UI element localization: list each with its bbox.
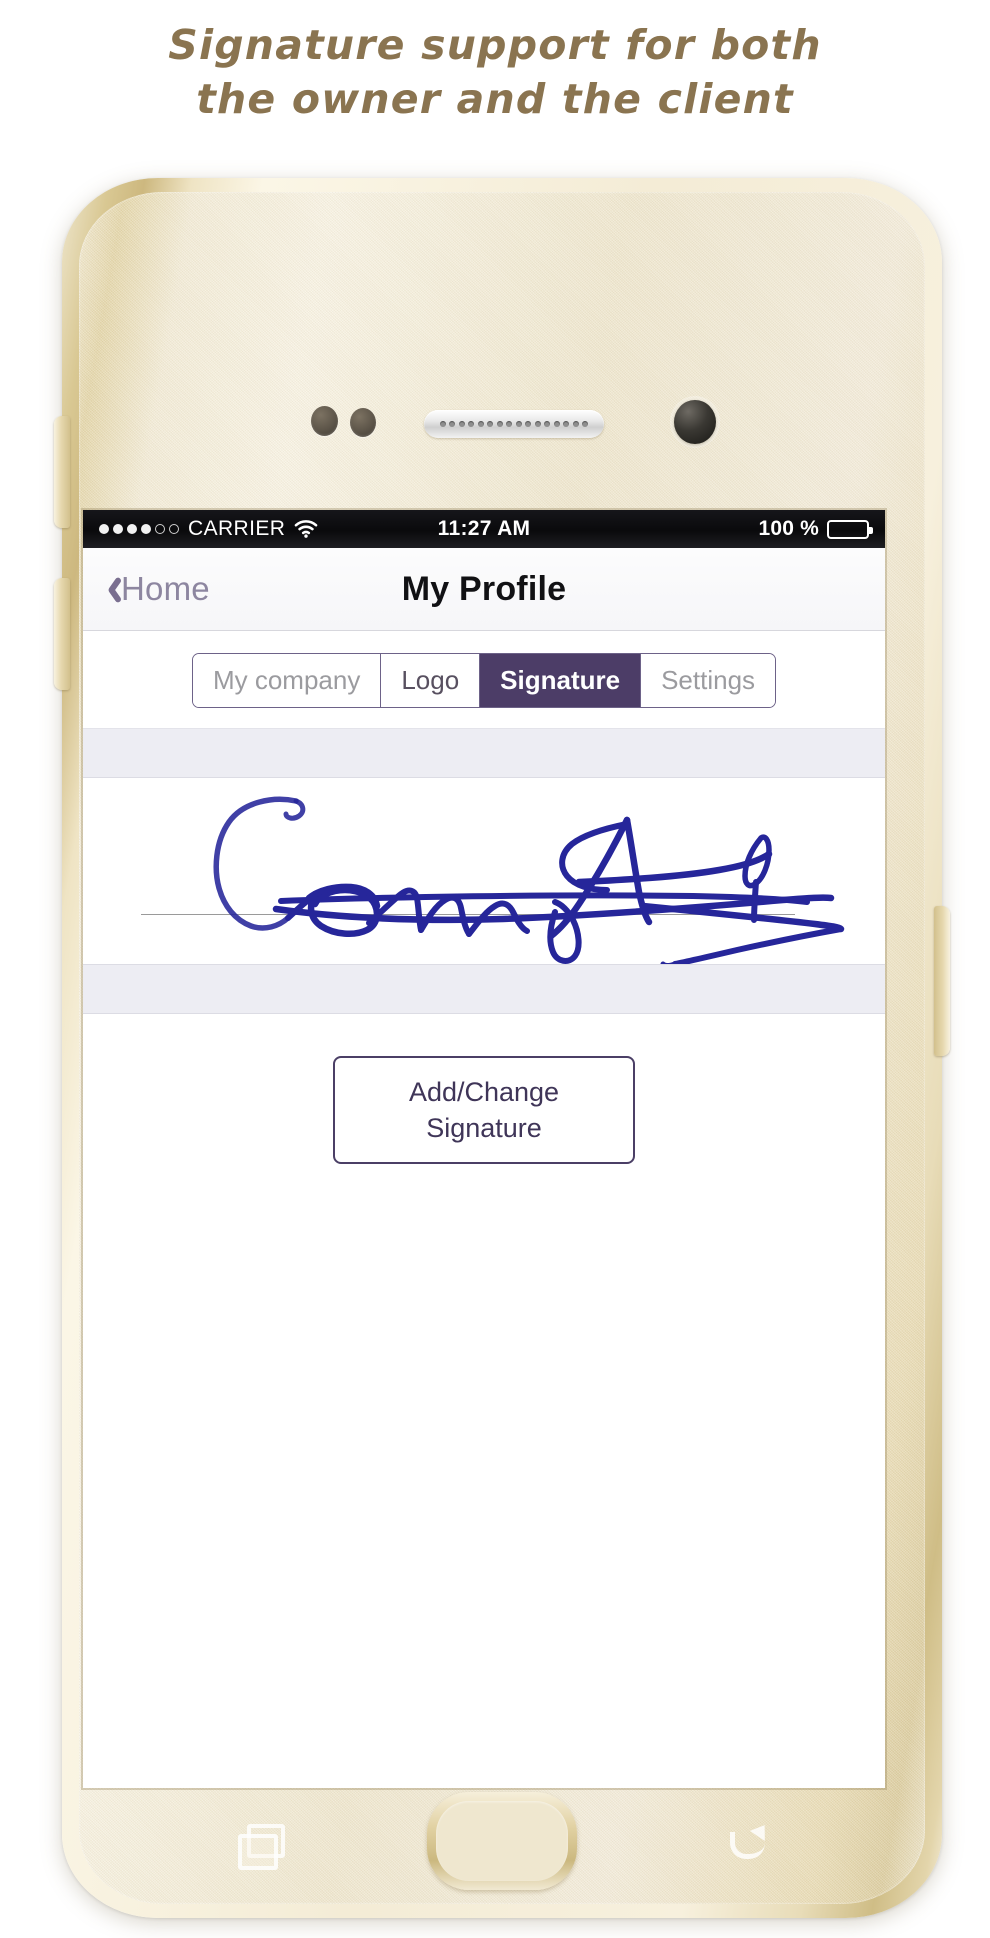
- phone-screen: CARRIER 11:27 AM 100 % Home My Profile M…: [83, 510, 885, 1788]
- signature-ink: [213, 796, 845, 964]
- volume-up-button[interactable]: [54, 416, 70, 528]
- add-change-signature-label-line-1: Add/Change: [408, 1076, 560, 1107]
- page-title: My Profile: [401, 569, 567, 608]
- signature-canvas[interactable]: [83, 777, 885, 964]
- status-bar-time: 11:27 AM: [437, 517, 531, 540]
- light-sensor-icon: [350, 408, 376, 437]
- battery-icon: [827, 519, 873, 539]
- home-button[interactable]: [427, 1792, 577, 1890]
- segmented-control-wrapper: My company Logo Signature Settings: [83, 631, 885, 728]
- proximity-sensor-icon: [311, 406, 338, 436]
- tab-my-company[interactable]: My company: [192, 654, 382, 707]
- recents-icon[interactable]: [238, 1824, 285, 1870]
- power-button[interactable]: [934, 906, 950, 1056]
- earpiece-speaker: [424, 410, 604, 438]
- headline-line-2: the owner and the client: [196, 75, 794, 124]
- signature-band-top: [83, 727, 885, 778]
- headline-line-1: Signature support for both: [168, 21, 822, 69]
- signature-band-bottom: [83, 963, 885, 1014]
- volume-down-button[interactable]: [54, 578, 70, 690]
- tab-logo[interactable]: Logo: [381, 654, 481, 707]
- add-change-signature-button[interactable]: Add/Change Signature: [333, 1055, 635, 1165]
- phone-device: CARRIER 11:27 AM 100 % Home My Profile M…: [54, 178, 950, 1918]
- add-change-signature-label-line-2: Signature: [426, 1113, 542, 1144]
- tab-settings[interactable]: Settings: [641, 654, 776, 707]
- navigation-bar: Home My Profile: [83, 548, 885, 631]
- front-camera-icon: [674, 400, 716, 444]
- back-arrow-icon[interactable]: [724, 1820, 773, 1868]
- segmented-control: My company Logo Signature Settings: [191, 653, 777, 708]
- page-headline: Signature support for both the owner and…: [0, 18, 990, 126]
- action-button-row: Add/Change Signature: [83, 1013, 885, 1165]
- status-bar: CARRIER 11:27 AM 100 %: [83, 510, 885, 548]
- tab-signature[interactable]: Signature: [480, 654, 642, 707]
